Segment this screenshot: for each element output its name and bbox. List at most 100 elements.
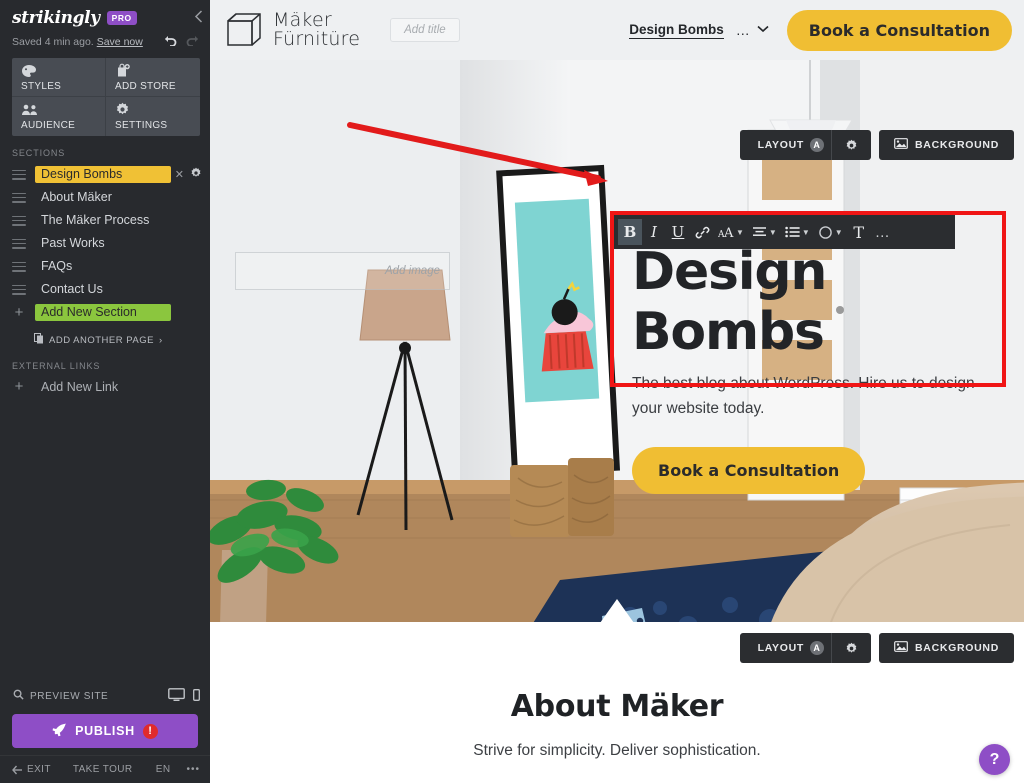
about-section: LAYOUT A BACKGROUND About Mäker Strive f	[210, 625, 1024, 783]
about-background-button[interactable]: BACKGROUND	[879, 633, 1014, 663]
close-icon[interactable]: ✕	[175, 168, 184, 181]
quick-action-audience-label: AUDIENCE	[21, 120, 76, 131]
sidebar-section-maker-process[interactable]: The Mäker Process	[0, 209, 210, 232]
drag-handle-icon[interactable]	[12, 284, 26, 295]
publish-warning-badge[interactable]: !	[142, 723, 158, 739]
sidebar-section-label: Contact Us	[41, 282, 103, 296]
sidebar-section-label: About Mäker	[41, 190, 112, 204]
nav-more-dots[interactable]: …	[736, 22, 751, 38]
add-new-link-button[interactable]: + Add New Link	[0, 376, 210, 398]
chevron-right-icon: ›	[158, 334, 163, 346]
sidebar-section-label: Design Bombs	[35, 166, 171, 183]
plus-icon: +	[14, 378, 24, 395]
mobile-icon[interactable]	[193, 688, 200, 704]
people-icon	[21, 102, 105, 117]
gear-icon[interactable]	[832, 642, 871, 655]
link-icon[interactable]	[690, 219, 714, 245]
chevron-down-icon[interactable]	[757, 24, 769, 36]
layout-variant-badge: A	[810, 138, 824, 152]
drag-handle-icon[interactable]	[12, 192, 26, 203]
about-layout-button[interactable]: LAYOUT A	[739, 633, 871, 663]
site-logo-text: Mäker Fürnitüre	[273, 11, 360, 49]
quick-action-audience[interactable]: AUDIENCE	[12, 97, 106, 136]
add-another-page-label: ADD ANOTHER PAGE	[49, 334, 154, 346]
hero-background-button[interactable]: BACKGROUND	[879, 130, 1014, 160]
save-status-row: Saved 4 min ago. Save now	[0, 30, 210, 56]
device-preview-group	[168, 688, 200, 704]
add-another-page-button[interactable]: ADD ANOTHER PAGE ›	[0, 324, 210, 347]
site-navbar: Mäker Fürnitüre Add title Design Bombs ……	[210, 0, 1024, 60]
app-root: strikingly PRO Saved 4 min ago. Save now	[0, 0, 1024, 783]
redo-icon[interactable]	[185, 34, 199, 49]
take-tour-button[interactable]: TAKE TOUR	[73, 764, 133, 775]
save-now-link[interactable]: Save now	[97, 36, 143, 48]
add-image-placeholder[interactable]: Add image	[235, 252, 450, 290]
quick-action-settings-label: SETTINGS	[115, 120, 168, 131]
bold-button[interactable]: B	[618, 219, 642, 245]
add-title-placeholder[interactable]: Add title	[390, 18, 460, 42]
sidebar-section-label: FAQs	[41, 259, 73, 273]
exit-label: EXIT	[27, 764, 51, 775]
quick-action-settings[interactable]: SETTINGS	[106, 97, 200, 136]
sidebar-brand-row: strikingly PRO	[0, 0, 210, 30]
rocket-icon	[52, 722, 67, 740]
gear-icon[interactable]	[190, 167, 202, 182]
chevron-left-icon[interactable]	[194, 10, 203, 25]
editor-sidebar: strikingly PRO Saved 4 min ago. Save now	[0, 0, 210, 783]
undo-icon[interactable]	[164, 34, 178, 49]
undo-redo-group	[164, 34, 202, 49]
quick-action-styles[interactable]: STYLES	[12, 58, 106, 97]
palette-icon	[21, 63, 105, 78]
svg-text:A: A	[723, 226, 734, 240]
italic-button[interactable]: I	[642, 219, 666, 245]
drag-handle-icon[interactable]	[12, 215, 26, 226]
align-center-icon[interactable]: ▼	[748, 219, 781, 245]
drag-handle-icon[interactable]	[12, 238, 26, 249]
sidebar-section-about-maker[interactable]: About Mäker	[0, 186, 210, 209]
sidebar-section-past-works[interactable]: Past Works	[0, 232, 210, 255]
site-nav-right: Design Bombs … Book a Consultation	[629, 9, 1012, 51]
chevron-down-icon: ▼	[834, 227, 843, 237]
add-new-link-label: Add New Link	[41, 379, 119, 394]
language-button[interactable]: EN	[156, 764, 171, 775]
image-icon	[894, 138, 908, 152]
logo-line-2: Fürnitüre	[273, 28, 361, 50]
hero-layout-button[interactable]: LAYOUT A	[739, 130, 871, 160]
sidebar-section-faqs[interactable]: FAQs	[0, 255, 210, 278]
color-circle-icon[interactable]: ▼	[814, 219, 847, 245]
add-new-section-button[interactable]: + Add New Section	[0, 301, 210, 324]
about-section-controls: LAYOUT A BACKGROUND	[739, 633, 1014, 663]
bullet-list-icon[interactable]: ▼	[781, 219, 814, 245]
cube-logo-icon	[224, 10, 264, 50]
drag-handle-icon[interactable]	[12, 169, 26, 180]
site-logo[interactable]: Mäker Fürnitüre	[224, 10, 360, 50]
desktop-icon[interactable]	[168, 688, 185, 704]
about-subtitle[interactable]: Strive for simplicity. Deliver sophistic…	[210, 742, 1024, 760]
gear-icon	[115, 102, 200, 117]
hero-cta-button[interactable]: Book a Consultation	[632, 447, 866, 494]
drag-handle-icon[interactable]	[12, 261, 26, 272]
hero-layout-label: LAYOUT	[757, 139, 804, 151]
nav-link-design-bombs[interactable]: Design Bombs	[629, 22, 724, 39]
quick-action-add-store[interactable]: ADD STORE	[106, 58, 200, 97]
help-button[interactable]: ?	[979, 744, 1010, 775]
more-options-icon[interactable]: …	[871, 219, 895, 245]
pro-badge: PRO	[106, 11, 137, 25]
search-icon	[13, 689, 24, 703]
sidebar-section-label: The Mäker Process	[41, 213, 150, 227]
publish-button[interactable]: PUBLISH !	[12, 714, 198, 748]
font-style-icon[interactable]: AA ▼	[714, 219, 748, 245]
quick-action-styles-label: STYLES	[21, 81, 62, 92]
hero-bottom-notch	[210, 599, 1024, 625]
sidebar-section-design-bombs[interactable]: Design Bombs ✕	[0, 163, 210, 186]
add-new-section-label: Add New Section	[35, 304, 171, 321]
more-options-icon[interactable]: •••	[186, 764, 200, 775]
sidebar-section-contact-us[interactable]: Contact Us	[0, 278, 210, 301]
preview-site-button[interactable]: PREVIEW SITE	[0, 683, 210, 709]
gear-icon[interactable]	[832, 139, 871, 152]
text-size-button[interactable]: T	[847, 219, 871, 245]
nav-cta-button[interactable]: Book a Consultation	[786, 9, 1012, 51]
exit-button[interactable]: EXIT	[12, 764, 51, 775]
hero-section: Add image LAYOUT A B ACKGROUND B I U A A …	[210, 60, 1024, 625]
underline-button[interactable]: U	[666, 219, 690, 245]
